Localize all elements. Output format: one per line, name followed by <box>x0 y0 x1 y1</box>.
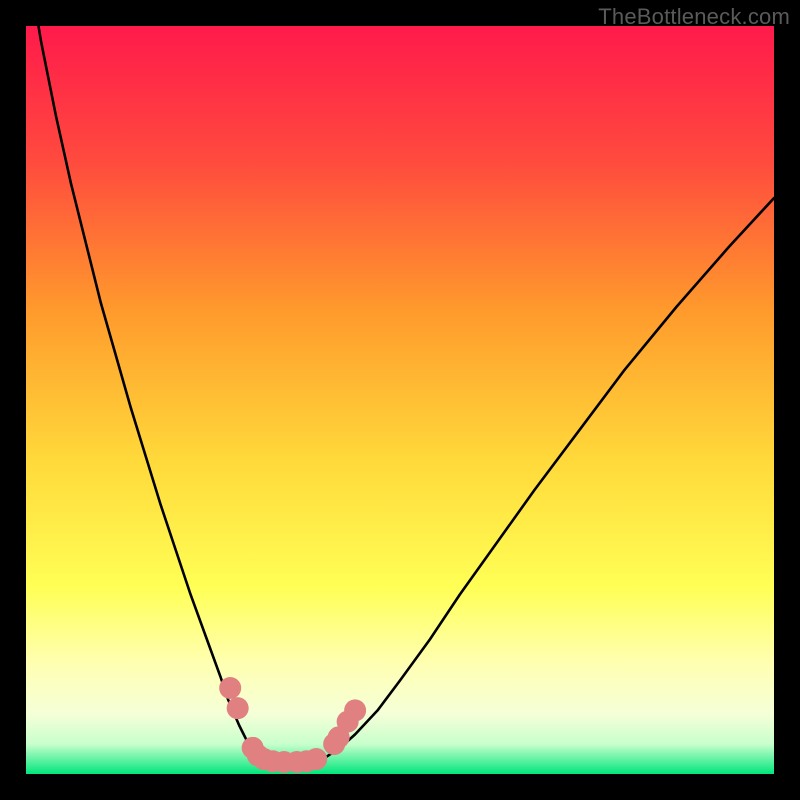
marker-point <box>305 748 327 770</box>
chart-frame: TheBottleneck.com <box>0 0 800 800</box>
marker-point <box>344 699 366 721</box>
watermark-text: TheBottleneck.com <box>598 4 790 30</box>
marker-point <box>219 677 241 699</box>
highlighted-points <box>219 677 366 773</box>
plot-area <box>26 26 774 774</box>
marker-point <box>227 697 249 719</box>
marker-layer <box>26 26 774 774</box>
